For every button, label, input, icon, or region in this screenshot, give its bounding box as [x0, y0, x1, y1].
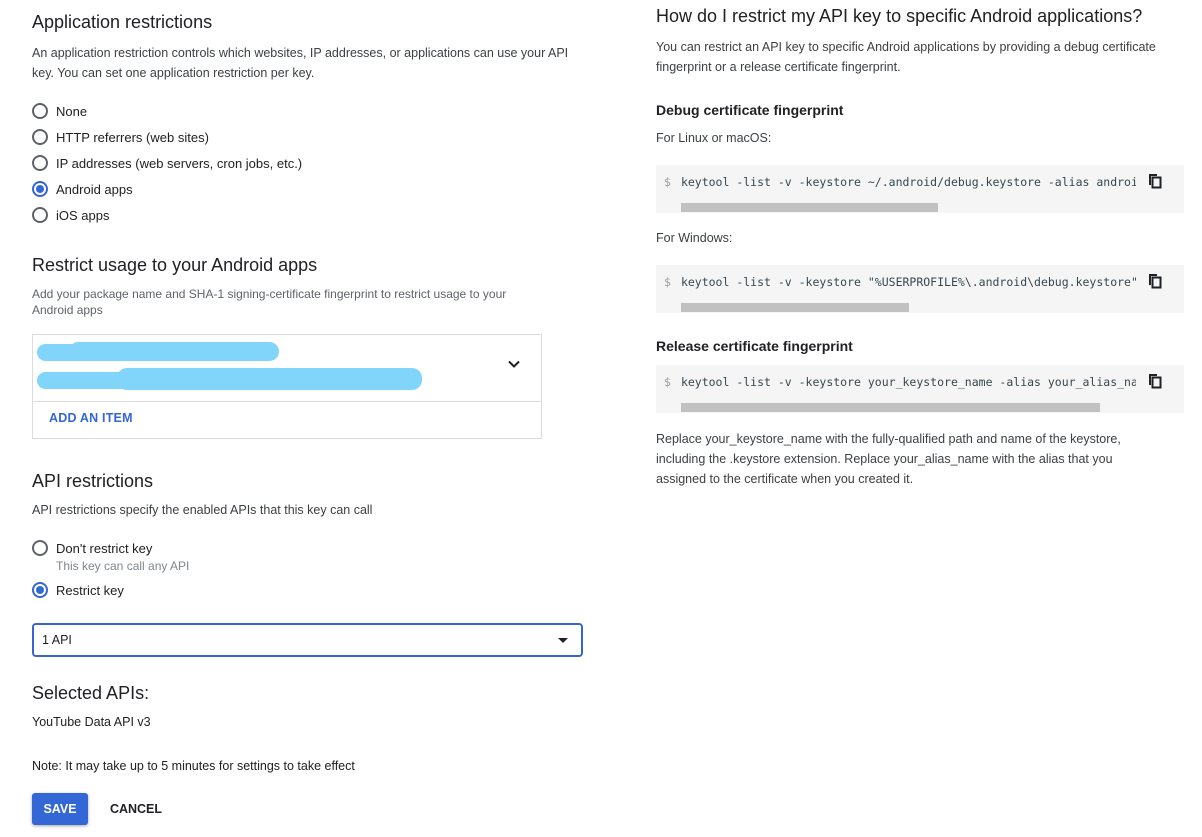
- radio-label: Android apps: [56, 181, 133, 197]
- radio-button[interactable]: [32, 207, 48, 223]
- windows-label: For Windows:: [656, 231, 733, 245]
- help-title: How do I restrict my API key to specific…: [656, 6, 1143, 26]
- cancel-button[interactable]: CANCEL: [100, 793, 172, 825]
- help-intro: You can restrict an API key to specific …: [656, 40, 1156, 74]
- radio-label: IP addresses (web servers, cron jobs, et…: [56, 155, 303, 171]
- redacted-package-name: [69, 342, 279, 361]
- app-restrictions-title: Application restrictions: [32, 12, 213, 32]
- code-line: $ keytool -list -v -keystore your_keystor…: [664, 375, 1136, 389]
- radio-sublabel: This key can call any API: [56, 559, 190, 573]
- dropdown-arrow-icon: [558, 638, 568, 643]
- help-footer: Replace your_keystore_name with the full…: [656, 432, 1121, 486]
- radio-label: Restrict key: [56, 582, 124, 598]
- android-app-item[interactable]: [33, 335, 541, 402]
- radio-ip-addresses[interactable]: IP addresses (web servers, cron jobs, et…: [32, 153, 302, 173]
- android-apps-title: Restrict usage to your Android apps: [32, 255, 318, 275]
- radio-label: HTTP referrers (web sites): [56, 129, 209, 145]
- radio-button[interactable]: [32, 129, 48, 145]
- select-value: 1 API: [42, 633, 72, 647]
- selected-api-item: YouTube Data API v3: [32, 715, 151, 729]
- radio-ios-apps[interactable]: iOS apps: [32, 205, 109, 225]
- android-apps-description: Add your package name and SHA-1 signing-…: [32, 287, 507, 317]
- selected-apis-title: Selected APIs:: [32, 683, 150, 703]
- linux-command: keytool -list -v -keystore ~/.android/de…: [680, 175, 1136, 189]
- prompt-symbol: $: [664, 375, 671, 389]
- copy-icon[interactable]: [1148, 373, 1162, 389]
- radio-button-checked[interactable]: [32, 582, 48, 598]
- radio-none[interactable]: None: [32, 101, 87, 121]
- redacted-fingerprint: [117, 368, 422, 390]
- radio-dont-restrict-key[interactable]: Don't restrict key: [32, 538, 152, 558]
- add-item-button[interactable]: ADD AN ITEM: [49, 411, 133, 425]
- horizontal-scrollbar[interactable]: [681, 303, 909, 312]
- chevron-down-icon[interactable]: [507, 357, 521, 371]
- radio-label: iOS apps: [56, 207, 110, 223]
- horizontal-scrollbar[interactable]: [681, 403, 1100, 412]
- copy-icon[interactable]: [1148, 173, 1162, 189]
- api-restrictions-title: API restrictions: [32, 471, 154, 491]
- release-fingerprint-title: Release certificate fingerprint: [656, 338, 853, 354]
- prompt-symbol: $: [664, 175, 671, 189]
- release-command-block: $ keytool -list -v -keystore your_keystor…: [656, 365, 1184, 413]
- code-line: $ keytool -list -v -keystore "%USERPROFIL…: [664, 275, 1136, 289]
- api-select-dropdown[interactable]: 1 API: [32, 623, 583, 657]
- linux-label: For Linux or macOS:: [656, 131, 772, 145]
- radio-http-referrers[interactable]: HTTP referrers (web sites): [32, 127, 209, 147]
- radio-label: Don't restrict key: [56, 540, 153, 556]
- save-button[interactable]: SAVE: [32, 793, 88, 825]
- android-apps-list: ADD AN ITEM: [32, 334, 542, 439]
- radio-label: None: [56, 103, 88, 119]
- radio-button[interactable]: [32, 540, 48, 556]
- settings-note: Note: It may take up to 5 minutes for se…: [32, 759, 355, 773]
- debug-fingerprint-title: Debug certificate fingerprint: [656, 102, 844, 118]
- app-restrictions-description: An application restriction controls whic…: [32, 46, 569, 80]
- horizontal-scrollbar[interactable]: [681, 203, 938, 212]
- radio-button[interactable]: [32, 103, 48, 119]
- api-restrictions-description: API restrictions specify the enabled API…: [32, 503, 373, 517]
- release-command: keytool -list -v -keystore your_keystore…: [680, 375, 1136, 389]
- radio-button[interactable]: [32, 155, 48, 171]
- windows-command-block: $ keytool -list -v -keystore "%USERPROFIL…: [656, 265, 1184, 313]
- linux-command-block: $ keytool -list -v -keystore ~/.android/d…: [656, 165, 1184, 213]
- prompt-symbol: $: [664, 275, 671, 289]
- copy-icon[interactable]: [1148, 273, 1162, 289]
- windows-command: keytool -list -v -keystore "%USERPROFILE…: [680, 275, 1136, 289]
- radio-android-apps[interactable]: Android apps: [32, 179, 133, 199]
- radio-button-checked[interactable]: [32, 181, 48, 197]
- radio-restrict-key[interactable]: Restrict key: [32, 580, 124, 600]
- code-line: $ keytool -list -v -keystore ~/.android/d…: [664, 175, 1136, 189]
